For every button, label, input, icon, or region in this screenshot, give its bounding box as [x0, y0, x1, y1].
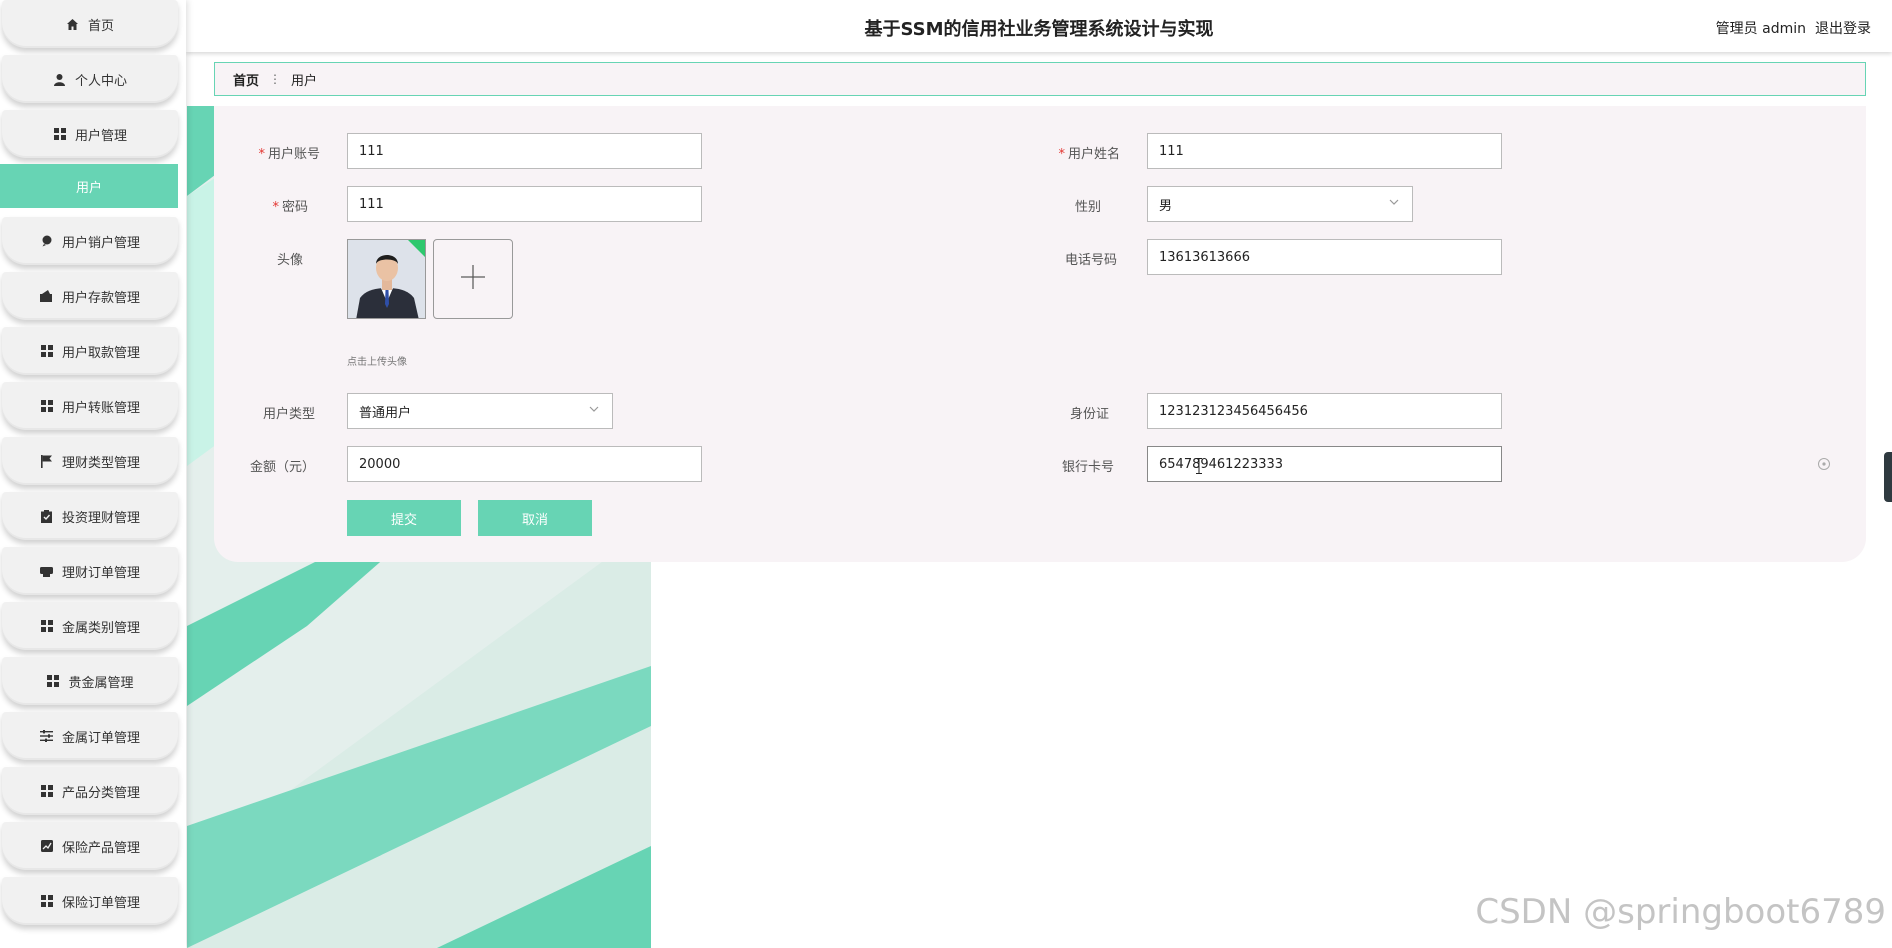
sidebar-item-finance-type[interactable]: 理财类型管理	[2, 437, 178, 485]
sidebar-item-label: 产品分类管理	[61, 785, 140, 801]
sidebar-item-product-category[interactable]: 产品分类管理	[2, 767, 178, 815]
name-label: * 用户姓名	[1058, 147, 1120, 162]
required-mark: *	[1058, 147, 1065, 162]
upload-avatar-button[interactable]	[433, 239, 513, 319]
sidebar-item-label: 理财类型管理	[61, 455, 140, 471]
user-icon	[53, 72, 67, 86]
required-mark: *	[272, 200, 279, 215]
phone-label: 电话号码	[1064, 253, 1117, 268]
wallet-icon	[40, 289, 54, 303]
sliders-icon	[40, 729, 54, 743]
sidebar-item-withdrawal[interactable]: 用户取款管理	[2, 327, 178, 375]
sidebar-item-insurance-orders[interactable]: 保险订单管理	[2, 877, 178, 925]
side-drawer-handle[interactable]	[1884, 452, 1892, 502]
sidebar-item-label: 理财订单管理	[61, 565, 140, 581]
sidebar-item-investment[interactable]: 投资理财管理	[2, 492, 178, 540]
gender-select[interactable]: 男	[1147, 186, 1413, 222]
account-label: * 用户账号	[258, 147, 320, 162]
cancel-button[interactable]: 取消	[478, 500, 592, 536]
admin-label: 管理员 admin	[1715, 21, 1806, 37]
sidebar-item-profile[interactable]: 个人中心	[2, 55, 178, 103]
sidebar: 首页 个人中心 用户管理 用户 用户销户管理 用户存款管理 用户取款管理 用户转…	[0, 0, 186, 948]
password-label: * 密码	[272, 200, 308, 215]
grid-icon	[40, 344, 54, 358]
user-form-card	[214, 106, 1866, 562]
gender-label: 性别	[1074, 200, 1101, 215]
watermark: CSDN @springboot6789	[1475, 892, 1886, 932]
text-cursor-icon	[1196, 458, 1202, 474]
password-input[interactable]: 111	[347, 186, 702, 222]
upload-hint: 点击上传头像	[347, 357, 407, 368]
sidebar-item-precious-metal[interactable]: 贵金属管理	[2, 657, 178, 705]
plus-icon	[460, 264, 486, 294]
amount-label: 金额（元）	[249, 460, 315, 475]
clipboard-icon	[40, 509, 54, 523]
sidebar-item-account-closing[interactable]: 用户销户管理	[2, 217, 178, 265]
chevron-down-icon	[588, 403, 600, 415]
sidebar-item-metal-category[interactable]: 金属类别管理	[2, 602, 178, 650]
grid-icon	[46, 674, 60, 688]
grid-icon	[40, 619, 54, 633]
grid-icon	[53, 127, 67, 141]
sidebar-item-label: 用户取款管理	[61, 345, 140, 361]
user-type-label: 用户类型	[262, 407, 315, 422]
grid-icon	[40, 784, 54, 798]
sidebar-item-label: 用户转账管理	[61, 400, 140, 416]
header: 基于SSM的信用社业务管理系统设计与实现 管理员 admin 退出登录	[186, 0, 1892, 52]
flag-icon	[40, 454, 54, 468]
submit-button[interactable]: 提交	[347, 500, 461, 536]
required-mark: *	[258, 147, 265, 162]
sidebar-item-label: 投资理财管理	[61, 510, 140, 526]
sidebar-item-label: 保险订单管理	[61, 895, 140, 911]
gender-select-value: 男	[1159, 198, 1173, 214]
sidebar-item-label: 用户管理	[74, 128, 127, 144]
sidebar-item-finance-orders[interactable]: 理财订单管理	[2, 547, 178, 595]
sidebar-item-label: 个人中心	[74, 73, 127, 89]
breadcrumb: 首页 ⋮ 用户	[214, 62, 1866, 96]
breadcrumb-separator-icon: ⋮	[269, 72, 282, 86]
sidebar-item-label: 用户销户管理	[61, 235, 140, 251]
sidebar-item-home[interactable]: 首页	[2, 0, 178, 48]
logout-link[interactable]: 退出登录	[1815, 18, 1871, 38]
breadcrumb-current: 用户	[291, 73, 318, 89]
sidebar-item-label: 金属类别管理	[61, 620, 140, 636]
sidebar-item-label: 金属订单管理	[61, 730, 140, 746]
sidebar-item-user-management[interactable]: 用户管理	[2, 110, 178, 158]
chart-icon	[40, 839, 54, 853]
app-title: 基于SSM的信用社业务管理系统设计与实现	[864, 19, 1214, 40]
printer-icon	[40, 564, 54, 578]
sidebar-item-label: 用户	[75, 180, 102, 196]
grid-icon	[40, 894, 54, 908]
sidebar-item-label: 用户存款管理	[61, 290, 140, 306]
avatar-image[interactable]	[347, 239, 426, 319]
clear-circle-icon[interactable]	[1817, 456, 1831, 470]
sidebar-item-label: 保险产品管理	[61, 840, 140, 856]
user-type-select-value: 普通用户	[359, 405, 412, 421]
id-card-label: 身份证	[1069, 407, 1109, 422]
phone-input[interactable]: 13613613666	[1147, 239, 1502, 275]
name-input[interactable]: 111	[1147, 133, 1502, 169]
id-card-input[interactable]: 123123123456456456	[1147, 393, 1502, 429]
sidebar-item-label: 首页	[87, 18, 114, 34]
grid-icon	[40, 399, 54, 413]
sidebar-item-deposit[interactable]: 用户存款管理	[2, 272, 178, 320]
sidebar-item-user[interactable]: 用户	[0, 164, 178, 208]
home-icon	[66, 17, 80, 31]
chevron-down-icon	[1388, 196, 1400, 208]
sidebar-item-transfer[interactable]: 用户转账管理	[2, 382, 178, 430]
amount-input[interactable]: 20000	[347, 446, 702, 482]
sidebar-item-metal-orders[interactable]: 金属订单管理	[2, 712, 178, 760]
sidebar-item-label: 贵金属管理	[68, 675, 134, 691]
breadcrumb-home[interactable]: 首页	[233, 70, 259, 89]
bank-card-label: 银行卡号	[1061, 460, 1114, 475]
user-type-select[interactable]: 普通用户	[347, 393, 613, 429]
sidebar-item-insurance-product[interactable]: 保险产品管理	[2, 822, 178, 870]
avatar-label: 头像	[276, 253, 303, 268]
account-input[interactable]: 111	[347, 133, 702, 169]
pin-icon	[40, 234, 54, 248]
